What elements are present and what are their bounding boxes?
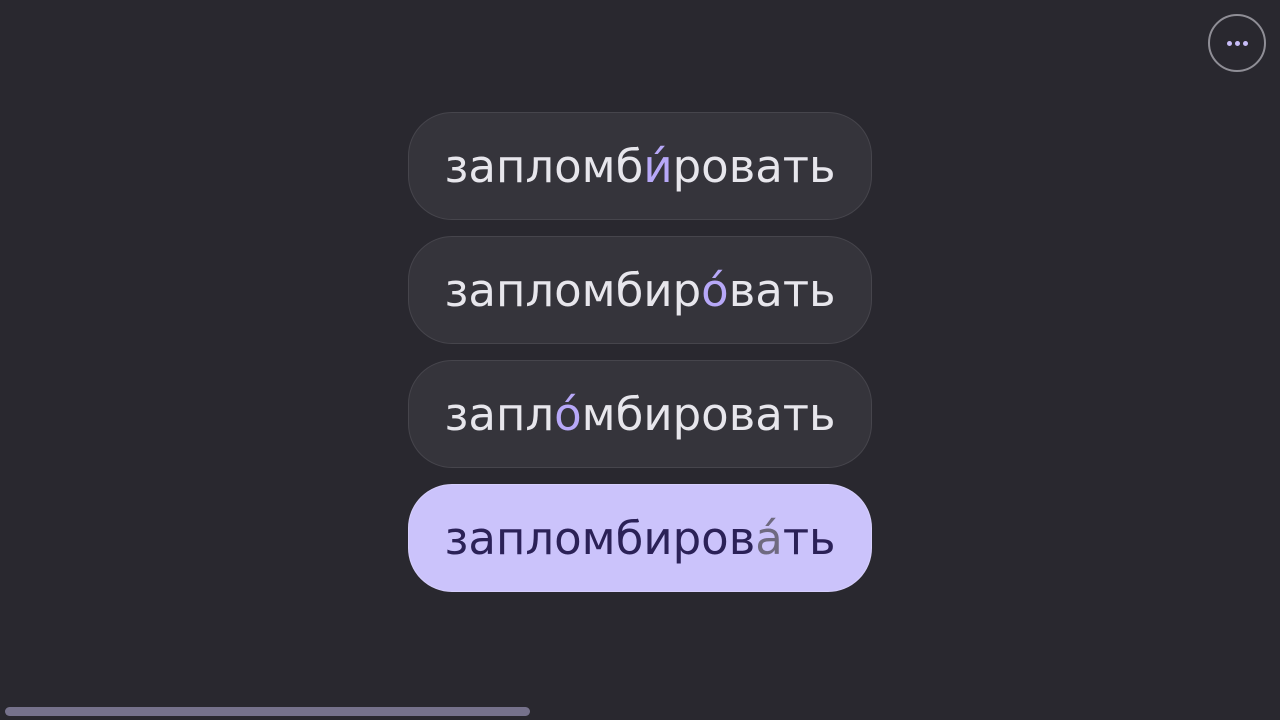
word-suffix: вать (728, 263, 836, 317)
stressed-vowel: о́ (554, 387, 582, 441)
stressed-vowel: и́ (643, 139, 673, 193)
answer-option-1[interactable]: запломби́ровать (408, 112, 872, 220)
answer-word: запломби́ровать (444, 140, 835, 193)
answer-word: запломбиро́вать (444, 264, 835, 317)
word-suffix: ть (782, 511, 836, 565)
more-dot-icon (1234, 40, 1240, 46)
more-dot-icon (1226, 40, 1232, 46)
answer-option-4[interactable]: запломбирова́ть (408, 484, 872, 592)
word-suffix: ровать (672, 139, 836, 193)
stressed-vowel: о́ (701, 263, 729, 317)
more-dot-icon (1242, 40, 1248, 46)
progress-track (0, 704, 1280, 720)
answer-option-2[interactable]: запломбиро́вать (408, 236, 872, 344)
word-prefix: запломбиров (444, 511, 756, 565)
word-prefix: запл (444, 387, 555, 441)
word-suffix: мбировать (581, 387, 836, 441)
progress-bar (5, 707, 530, 716)
more-options-button[interactable] (1208, 14, 1266, 72)
answer-option-3[interactable]: запло́мбировать (408, 360, 872, 468)
answer-word: запло́мбировать (444, 388, 835, 441)
answer-word: запломбирова́ть (444, 512, 835, 565)
quiz-screen: запломби́ровать запломбиро́вать запло́мб… (0, 0, 1280, 720)
word-prefix: запломбир (444, 263, 702, 317)
word-prefix: запломб (444, 139, 644, 193)
answer-options: запломби́ровать запломбиро́вать запло́мб… (408, 112, 872, 608)
stressed-vowel: а́ (755, 511, 783, 565)
